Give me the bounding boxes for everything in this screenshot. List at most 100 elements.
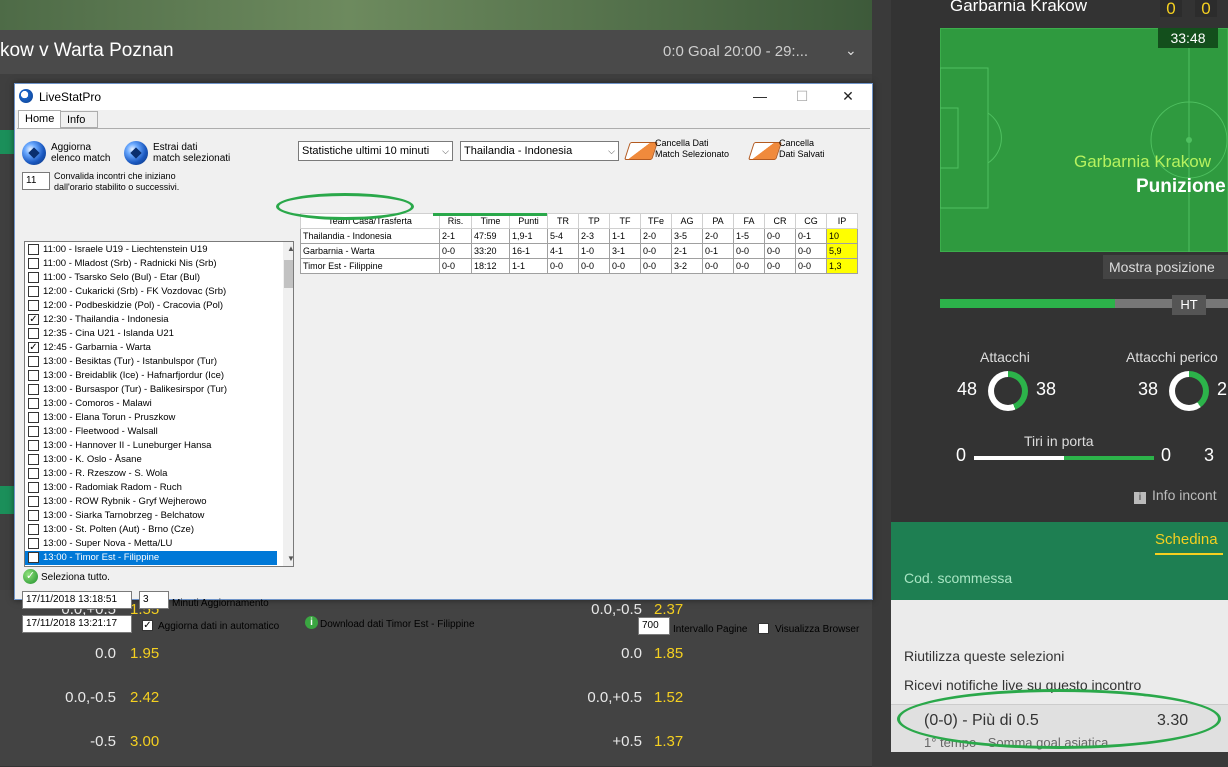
close-button[interactable]: ✕ (833, 86, 863, 106)
page-interval-input[interactable]: 700 (638, 617, 670, 635)
column-header[interactable]: AG (671, 213, 703, 229)
match-list-item[interactable]: 13:00 - Elana Torun - Pruszkow (25, 411, 277, 425)
maximize-button[interactable]: ☐ (787, 86, 817, 106)
extract-data-icon[interactable] (124, 141, 148, 165)
match-checkbox[interactable] (28, 384, 39, 395)
bet-code-link[interactable]: Cod. scommessa (904, 570, 1012, 586)
column-header[interactable]: TF (609, 213, 641, 229)
match-list-item[interactable]: 13:00 - St. Polten (Aut) - Brno (Cze) (25, 523, 277, 537)
match-list-item[interactable]: 11:00 - Tsarsko Selo (Bul) - Etar (Bul) (25, 271, 277, 285)
match-checkbox[interactable] (28, 482, 39, 493)
event-team: Garbarnia Krakow (1074, 152, 1212, 171)
match-list-item[interactable]: 13:00 - Hannover II - Luneburger Hansa (25, 439, 277, 453)
stats-table-body: Thailandia - Indonesia 2-1 47:59 1,9-1 5-4 2-… (300, 228, 858, 274)
column-header[interactable]: TFe (640, 213, 672, 229)
match-list-item[interactable]: 13:00 - Super Nova - Metta/LU (25, 537, 277, 551)
column-header[interactable]: TR (547, 213, 579, 229)
odds-row[interactable]: 0.0,-0.5 2.42 0.0,+0.5 1.52 (0, 678, 872, 723)
refresh-minutes-input[interactable]: 3 (139, 591, 169, 609)
match-checkbox[interactable] (28, 356, 39, 367)
match-list-item[interactable]: 13:00 - Radomiak Radom - Ruch (25, 481, 277, 495)
match-select[interactable]: Thailandia - Indonesia ⌵ (460, 141, 619, 161)
match-checkbox[interactable] (28, 440, 39, 451)
match-list-item[interactable]: ✓ 13:00 - Timor Est - Filippine (25, 551, 277, 565)
column-header[interactable]: FA (733, 213, 765, 229)
match-checkbox[interactable] (28, 286, 39, 297)
match-list[interactable]: 11:00 - Israele U19 - Liechtenstein U19 1… (24, 241, 294, 567)
match-list-item[interactable]: 13:00 - Siarka Tarnobrzeg - Belchatow (25, 509, 277, 523)
table-row[interactable]: Garbarnia - Warta 0-0 33:20 16-1 4-1 1-0 3-1 0-… (300, 243, 858, 259)
eraser-icon[interactable] (624, 142, 658, 160)
column-header[interactable]: TP (578, 213, 610, 229)
match-list-item[interactable]: ✓ 12:45 - Garbarnia - Warta (25, 341, 277, 355)
clear-selected-button[interactable]: Cancella Dati Match Selezionato (655, 138, 729, 160)
select-all-check-icon[interactable]: ✓ (23, 569, 38, 584)
show-position-button[interactable]: Mostra posizione (1103, 255, 1228, 279)
start-minutes-input[interactable]: 11 (22, 172, 50, 190)
table-row[interactable]: Thailandia - Indonesia 2-1 47:59 1,9-1 5-4 2-… (300, 228, 858, 244)
match-checkbox[interactable] (28, 398, 39, 409)
match-checkbox[interactable] (28, 454, 39, 465)
match-checkbox[interactable] (28, 258, 39, 269)
match-list-item[interactable]: 13:00 - Comoros - Malawi (25, 397, 277, 411)
match-checkbox[interactable] (28, 412, 39, 423)
clear-saved-button[interactable]: Cancella Dati Salvati (779, 138, 825, 160)
match-list-item[interactable]: 13:00 - Breidablik (Ice) - Hafnarfjordur… (25, 369, 277, 383)
match-checkbox[interactable] (28, 272, 39, 283)
match-checkbox[interactable] (28, 300, 39, 311)
match-list-item[interactable]: 11:00 - Israele U19 - Liechtenstein U19 (25, 243, 277, 257)
show-browser-checkbox[interactable] (758, 623, 769, 634)
match-list-item[interactable]: 13:00 - R. Rzeszow - S. Wola (25, 467, 277, 481)
stats-period-select[interactable]: Statistiche ultimi 10 minuti ⌵ (298, 141, 453, 161)
column-header[interactable]: PA (702, 213, 734, 229)
odds-row[interactable]: 0.0 1.95 0.0 1.85 (0, 634, 872, 679)
scroll-thumb[interactable] (284, 260, 293, 288)
match-list-item[interactable]: 12:35 - Cina U21 - Islanda U21 (25, 327, 277, 341)
match-checkbox[interactable]: ✓ (28, 342, 39, 353)
tab-info[interactable]: Info (60, 111, 98, 128)
window-titlebar[interactable]: LiveStatPro — ☐ ✕ (15, 84, 872, 110)
match-checkbox[interactable] (28, 244, 39, 255)
update-list-icon[interactable] (22, 141, 46, 165)
select-all-link[interactable]: Seleziona tutto. (41, 572, 110, 583)
match-list-item[interactable]: 13:00 - Fleetwood - Walsall (25, 425, 277, 439)
match-list-item[interactable]: 13:00 - Besiktas (Tur) - Istanbulspor (T… (25, 355, 277, 369)
match-checkbox[interactable] (28, 510, 39, 521)
match-list-item[interactable]: 13:00 - Bursaspor (Tur) - Balikesirspor … (25, 383, 277, 397)
match-checkbox[interactable] (28, 468, 39, 479)
match-checkbox[interactable] (28, 524, 39, 535)
column-header[interactable]: CG (795, 213, 827, 229)
match-list-item[interactable]: 11:00 - Mladost (Srb) - Radnicki Nis (Sr… (25, 257, 277, 271)
chevron-down-icon[interactable]: ⌄ (845, 42, 857, 59)
tab-home[interactable]: Home (18, 110, 62, 129)
match-checkbox[interactable]: ✓ (28, 552, 39, 563)
match-checkbox[interactable] (28, 538, 39, 549)
list-scrollbar[interactable] (283, 242, 293, 566)
match-checkbox[interactable] (28, 496, 39, 507)
reuse-selections-link[interactable]: Riutilizza queste selezioni (904, 648, 1064, 664)
match-checkbox[interactable] (28, 328, 39, 339)
column-header[interactable]: CR (764, 213, 796, 229)
betslip-tab[interactable]: Schedina (1155, 531, 1218, 548)
match-checkbox[interactable] (28, 370, 39, 381)
match-checkbox[interactable]: ✓ (28, 314, 39, 325)
extract-data-button[interactable]: Estrai dati match selezionati (153, 142, 230, 164)
match-checkbox[interactable] (28, 426, 39, 437)
match-label: 13:00 - R. Rzeszow - S. Wola (43, 468, 168, 479)
match-list-item[interactable]: 13:00 - K. Oslo - Åsane (25, 453, 277, 467)
column-header[interactable]: IP (826, 213, 858, 229)
odds-row[interactable]: -0.5 3.00 +0.5 1.37 (0, 722, 872, 767)
auto-update-checkbox[interactable]: ✓ (142, 620, 153, 631)
match-list-item[interactable]: 12:00 - Podbeskidzie (Pol) - Cracovia (P… (25, 299, 277, 313)
minimize-button[interactable]: — (745, 86, 775, 106)
match-list-item[interactable]: 12:00 - Cukaricki (Srb) - FK Vozdovac (S… (25, 285, 277, 299)
table-row[interactable]: Timor Est - Filippine 0-0 18:12 1-1 0-0 0-0 0-… (300, 258, 858, 274)
scroll-down-arrow-icon[interactable]: ▼ (283, 552, 293, 566)
table-cell: 0-0 (733, 258, 765, 274)
match-info-link[interactable]: i Info incont (1134, 487, 1217, 504)
update-list-button[interactable]: Aggiorna elenco match (51, 142, 110, 164)
scroll-up-arrow-icon[interactable]: ▲ (283, 242, 293, 256)
match-list-item[interactable]: 13:00 - ROW Rybnik - Gryf Wejherowo (25, 495, 277, 509)
match-list-item[interactable]: ✓ 12:30 - Thailandia - Indonesia (25, 313, 277, 327)
eraser-icon[interactable] (748, 142, 782, 160)
